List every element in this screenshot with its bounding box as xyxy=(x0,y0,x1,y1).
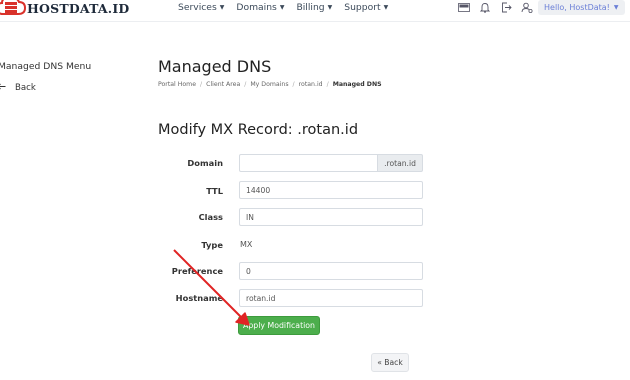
back-button[interactable]: « Back xyxy=(371,353,409,372)
chevron-down-icon: ▼ xyxy=(383,4,389,11)
form-title: Modify MX Record: .rotan.id xyxy=(158,122,359,138)
nav-support-label: Support xyxy=(344,2,381,13)
breadcrumb-client-area[interactable]: Client Area xyxy=(206,81,240,88)
chevron-down-icon: ▼ xyxy=(219,4,225,11)
sidebar-back-link[interactable]: Back xyxy=(0,83,36,93)
breadcrumb-separator: / xyxy=(292,81,295,88)
sidebar-title: Managed DNS Menu xyxy=(0,61,92,72)
domain-suffix: .rotan.id xyxy=(377,154,423,172)
sidebar-back-label: Back xyxy=(15,83,36,93)
top-navbar: HOSTDATA.ID Services ▼ Domains ▼ Billing ▼ … xyxy=(0,0,630,22)
bell-icon[interactable] xyxy=(479,1,491,13)
chevron-down-icon: ▼ xyxy=(327,4,333,11)
nav-billing-label: Billing xyxy=(296,2,325,13)
breadcrumb-portal-home[interactable]: Portal Home xyxy=(158,81,196,88)
nav-services[interactable]: Services ▼ xyxy=(178,2,224,13)
preference-input[interactable]: 0 xyxy=(239,262,423,280)
logout-icon[interactable] xyxy=(500,1,512,13)
server-logo-icon xyxy=(0,0,26,15)
chevron-down-icon: ▼ xyxy=(613,4,619,11)
breadcrumb: Portal Home / Client Area / My Domains / ro… xyxy=(158,81,382,88)
breadcrumb-separator: / xyxy=(326,81,329,88)
user-settings-icon[interactable] xyxy=(521,1,533,13)
breadcrumb-current: Managed DNS xyxy=(332,81,382,88)
preference-label: Preference xyxy=(171,266,223,276)
type-label: Type xyxy=(201,240,223,250)
domain-input[interactable] xyxy=(239,154,378,172)
ttl-label: TTL xyxy=(206,186,223,196)
type-value: MX xyxy=(240,240,253,249)
page-title: Managed DNS xyxy=(158,57,272,76)
ttl-input[interactable]: 14400 xyxy=(239,181,423,199)
nav-support[interactable]: Support ▼ xyxy=(344,2,388,13)
breadcrumb-separator: / xyxy=(244,81,247,88)
domain-label: Domain xyxy=(187,158,223,168)
arrow-left-icon xyxy=(0,83,6,93)
nav-domains[interactable]: Domains ▼ xyxy=(236,2,284,13)
class-label: Class xyxy=(198,212,223,222)
breadcrumb-my-domains[interactable]: My Domains xyxy=(250,81,288,88)
nav-billing[interactable]: Billing ▼ xyxy=(296,2,332,13)
hostname-input[interactable]: rotan.id xyxy=(239,289,423,307)
apply-modification-button[interactable]: Apply Modification xyxy=(238,316,320,335)
hostname-label: Hostname xyxy=(175,293,223,303)
nav-services-label: Services xyxy=(178,2,217,13)
nav-domains-label: Domains xyxy=(236,2,277,13)
brand-name: HOSTDATA.ID xyxy=(27,0,130,16)
brand-logo[interactable]: HOSTDATA.ID xyxy=(0,0,129,22)
language-flag-icon[interactable] xyxy=(458,1,470,13)
main-nav: Services ▼ Domains ▼ Billing ▼ Support ▼ xyxy=(178,2,388,13)
class-input[interactable]: IN xyxy=(239,208,423,226)
breadcrumb-domain[interactable]: rotan.id xyxy=(299,81,323,88)
breadcrumb-separator: / xyxy=(200,81,203,88)
chevron-down-icon: ▼ xyxy=(279,4,285,11)
user-menu-button[interactable]: Hello, HostData! ▼ xyxy=(538,0,625,15)
greeting-text: Hello, HostData! xyxy=(544,3,610,12)
header-tools xyxy=(458,1,533,13)
